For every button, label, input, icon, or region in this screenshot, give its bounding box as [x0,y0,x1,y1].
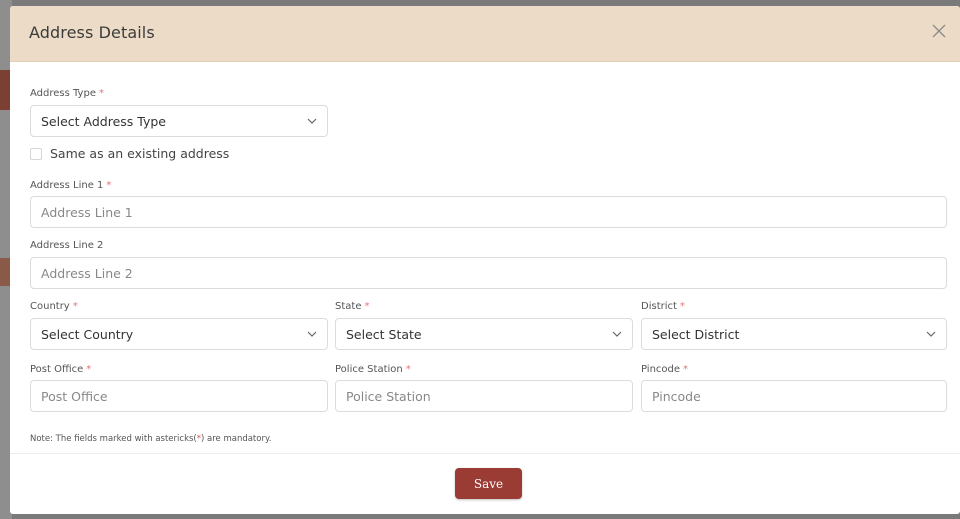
close-button[interactable] [928,20,950,42]
save-button[interactable]: Save [455,468,522,499]
police-station-label: Police Station * [335,364,411,375]
modal-body: Address Type * Select Address Type Same a… [10,63,960,451]
modal-footer: Save [10,453,960,514]
district-label: District * [641,301,685,312]
chevron-down-icon [926,331,936,337]
address-line-2-input[interactable]: Address Line 2 [30,257,947,289]
mandatory-fields-note: Note: The fields marked with astericks(*… [30,434,272,444]
country-value: Select Country [41,326,134,342]
address-type-label: Address Type * [30,88,104,99]
chevron-down-icon [612,331,622,337]
close-icon [932,24,946,38]
address-line-1-placeholder: Address Line 1 [41,204,133,220]
post-office-placeholder: Post Office [41,388,108,404]
modal-header: Address Details [10,6,960,62]
address-line-1-label: Address Line 1 * [30,180,112,191]
same-as-existing-row[interactable]: Same as an existing address [30,146,229,161]
pincode-label: Pincode * [641,364,689,375]
state-select[interactable]: Select State [335,318,633,350]
pincode-placeholder: Pincode [652,388,701,404]
district-value: Select District [652,326,740,342]
state-label: State * [335,301,370,312]
country-select[interactable]: Select Country [30,318,328,350]
chevron-down-icon [307,118,317,124]
address-line-1-input[interactable]: Address Line 1 [30,196,947,228]
same-as-existing-checkbox[interactable] [30,147,42,160]
modal-title: Address Details [29,23,155,42]
address-line-2-placeholder: Address Line 2 [41,265,133,281]
address-type-value: Select Address Type [41,113,166,129]
country-label: Country * [30,301,78,312]
post-office-label: Post Office * [30,364,92,375]
police-station-placeholder: Police Station [346,388,431,404]
police-station-input[interactable]: Police Station [335,380,633,412]
same-as-existing-label: Same as an existing address [50,146,230,161]
post-office-input[interactable]: Post Office [30,380,328,412]
state-value: Select State [346,326,422,342]
district-select[interactable]: Select District [641,318,947,350]
chevron-down-icon [307,331,317,337]
address-details-modal: Address Details Address Type * Select Add… [10,6,960,514]
pincode-input[interactable]: Pincode [641,380,947,412]
address-type-select[interactable]: Select Address Type [30,105,328,137]
address-line-2-label: Address Line 2 [30,240,104,251]
